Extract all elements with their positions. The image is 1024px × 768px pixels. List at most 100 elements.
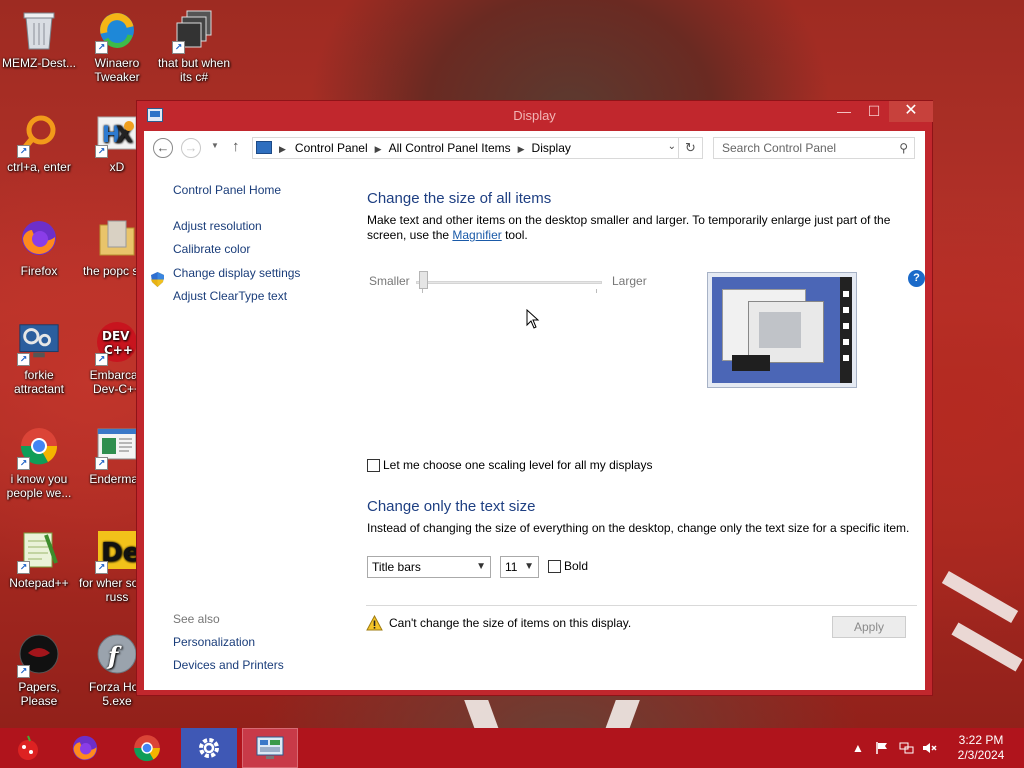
- search-input[interactable]: Search Control Panel ⚲: [713, 137, 915, 159]
- maximize-button[interactable]: ☐: [859, 101, 889, 122]
- window-client-area: ← → ▼ ↑ ▶ Control Panel ▶ All Control Panel…: [144, 131, 925, 690]
- magnifier-link[interactable]: Magnifier: [452, 228, 501, 242]
- desktop-icon-chrome[interactable]: ↗ i know you people we...: [0, 424, 78, 500]
- breadcrumb-display[interactable]: Display: [532, 141, 571, 155]
- search-icon: ⚲: [899, 141, 908, 155]
- desktop-icon-winaero[interactable]: ↗ Winaero Tweaker: [78, 8, 156, 84]
- breadcrumb: ▶ Control Panel ▶ All Control Panel Items ▶ D…: [279, 141, 571, 155]
- sidebar-item-control-panel-home[interactable]: Control Panel Home: [173, 183, 281, 197]
- slider-tick: [422, 289, 423, 293]
- action-center-flag-icon[interactable]: [875, 728, 889, 768]
- font-size-select-value: 11: [505, 560, 518, 574]
- taskbar: ▲ 3:22 PM 2/3/2024: [0, 728, 1024, 768]
- minimize-button[interactable]: —: [829, 101, 859, 122]
- desktop-icon-label: Firefox: [20, 264, 58, 278]
- close-button[interactable]: ✕: [889, 101, 933, 122]
- desktop-icon-label: xD: [109, 160, 125, 174]
- taskbar-chrome-button[interactable]: [119, 728, 175, 768]
- sidebar-item-calibrate-color[interactable]: Calibrate color: [173, 242, 250, 256]
- apply-button[interactable]: Apply: [832, 616, 906, 638]
- desktop-icon-label: forkie attractant: [13, 368, 65, 396]
- desktop-icon-label: ctrl+a, enter: [7, 160, 71, 174]
- preview-taskbar: [840, 277, 852, 383]
- taskbar-control-panel-button[interactable]: [242, 728, 298, 768]
- network-icon[interactable]: [899, 728, 914, 768]
- size-heading: Change the size of all items: [367, 190, 552, 207]
- clock-date: 2/3/2024: [957, 748, 1005, 762]
- taskbar-firefox-button[interactable]: [57, 728, 113, 768]
- recycle-bin-icon: [17, 8, 61, 52]
- recent-locations-button[interactable]: ▼: [211, 141, 219, 150]
- slider-max-label: Larger: [612, 274, 647, 288]
- size-description-suffix: tool.: [501, 228, 528, 242]
- desktop-icon-label: MEMZ-Dest...: [2, 56, 76, 70]
- preview-tooltip: [732, 355, 770, 371]
- breadcrumb-all-items[interactable]: All Control Panel Items: [389, 141, 511, 155]
- title-bar[interactable]: Display — ☐ ✕: [137, 101, 933, 131]
- shortcut-arrow-icon: ↗: [95, 41, 108, 54]
- control-panel-icon: [256, 141, 272, 154]
- desktop-icon-firefox[interactable]: Firefox: [0, 216, 78, 278]
- taskbar-clock[interactable]: 3:22 PM 2/3/2024: [946, 733, 1016, 763]
- bold-checkbox-label[interactable]: Bold: [564, 559, 588, 574]
- font-size-select[interactable]: 11 ▼: [500, 556, 539, 578]
- slider-min-label: Smaller: [369, 274, 410, 288]
- taskbar-settings-button[interactable]: [181, 728, 237, 768]
- preview-window-content: [759, 312, 801, 348]
- desktop-icon-notepadpp[interactable]: ↗ Notepad++: [0, 528, 78, 590]
- size-description-line-2: screen, use the Magnifier tool.: [367, 228, 890, 243]
- chevron-down-icon: ▼: [476, 561, 486, 572]
- back-button[interactable]: ←: [153, 138, 173, 158]
- settings-icon: [199, 738, 219, 758]
- breadcrumb-control-panel[interactable]: Control Panel: [295, 141, 368, 155]
- see-also-personalization[interactable]: Personalization: [173, 635, 255, 649]
- de-icon: De ↗: [95, 528, 139, 574]
- help-button[interactable]: ?: [908, 270, 925, 287]
- slider-tick: [596, 289, 597, 293]
- bold-checkbox[interactable]: [548, 560, 561, 573]
- scaling-checkbox[interactable]: [367, 459, 380, 472]
- address-bar[interactable]: ▶ Control Panel ▶ All Control Panel Items ▶ D…: [252, 137, 703, 159]
- firefox-icon: [17, 216, 61, 260]
- shortcut-arrow-icon: ↗: [17, 561, 30, 574]
- chevron-down-icon[interactable]: ⌄: [668, 141, 676, 152]
- desktop-icon-forkie[interactable]: ↗ forkie attractant: [0, 320, 78, 396]
- forward-button[interactable]: →: [181, 138, 201, 158]
- chevron-right-icon[interactable]: ▶: [375, 144, 382, 154]
- preview-desktop: [712, 277, 852, 383]
- papers-please-icon: ↗: [17, 632, 61, 678]
- up-button[interactable]: ↑: [232, 138, 240, 155]
- warning-message: Can't change the size of items on this d…: [389, 616, 632, 630]
- size-slider-thumb[interactable]: [419, 271, 428, 289]
- chevron-right-icon[interactable]: ▶: [279, 144, 286, 154]
- sidebar-item-change-display-settings[interactable]: Change display settings: [173, 266, 300, 280]
- winaero-icon: ↗: [95, 8, 139, 54]
- desktop-icon-ctrl-a-enter[interactable]: ↗ ctrl+a, enter: [0, 112, 78, 174]
- desktop-icon-papers-please[interactable]: ↗ Papers, Please: [0, 632, 78, 708]
- sidebar-item-adjust-cleartype[interactable]: Adjust ClearType text: [173, 289, 287, 303]
- desktop-icon-that-but-when[interactable]: ↗ that but when its c#: [155, 8, 233, 84]
- chrome-icon: ↗: [17, 424, 61, 470]
- show-hidden-icons-button[interactable]: ▲: [852, 728, 864, 768]
- desktop-icon-label: Winaero Tweaker: [94, 56, 140, 84]
- see-also-devices-and-printers[interactable]: Devices and Printers: [173, 658, 284, 672]
- volume-muted-icon[interactable]: [922, 728, 937, 768]
- chevron-right-icon[interactable]: ▶: [518, 144, 525, 154]
- size-slider-track[interactable]: [416, 281, 602, 284]
- scaling-checkbox-label[interactable]: Let me choose one scaling level for all …: [383, 458, 652, 473]
- shield-icon: [151, 272, 164, 287]
- display-window: Display — ☐ ✕ ← → ▼ ↑ ▶ Control Panel ▶ All…: [136, 100, 933, 696]
- text-size-heading: Change only the text size: [367, 498, 536, 515]
- app-icon: [18, 735, 38, 760]
- hx-icon: HX ↗: [95, 112, 139, 158]
- desktop-icon-label: Papers, Please: [18, 680, 60, 708]
- shortcut-arrow-icon: ↗: [95, 457, 108, 470]
- refresh-button[interactable]: ↻: [678, 137, 702, 159]
- stacked-windows-icon: ↗: [172, 8, 216, 54]
- sidebar-item-adjust-resolution[interactable]: Adjust resolution: [173, 219, 262, 233]
- item-select-value: Title bars: [372, 560, 421, 574]
- desktop-icon-memz[interactable]: MEMZ-Dest...: [0, 8, 78, 70]
- taskbar-app-button[interactable]: [0, 728, 56, 768]
- chevron-down-icon: ▼: [524, 561, 534, 572]
- item-select[interactable]: Title bars ▼: [367, 556, 491, 578]
